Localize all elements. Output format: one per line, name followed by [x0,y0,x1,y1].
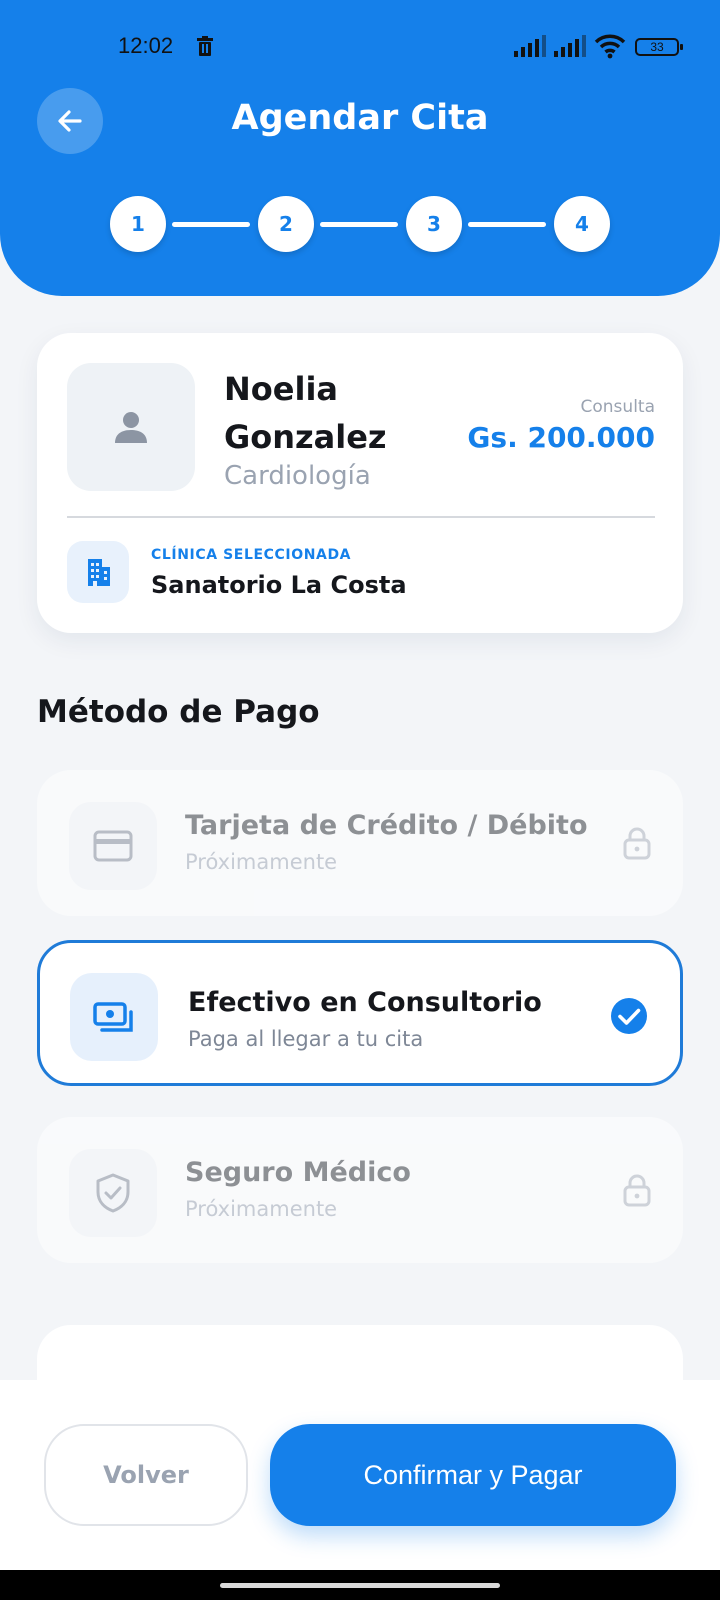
payment-title: Tarjeta de Crédito / Débito [185,810,588,841]
payment-icon-box [69,1149,157,1237]
home-gesture-handle[interactable] [220,1583,500,1588]
lock-icon [623,1174,651,1207]
step-connector [320,222,398,227]
payment-option-card[interactable]: Tarjeta de Crédito / Débito Próximamente [37,770,683,916]
battery-icon: 33 [635,38,683,56]
price-label: Consulta [580,397,655,417]
bottom-action-bar: Volver Confirmar y Pagar [0,1380,720,1570]
payment-icon-box [70,973,158,1061]
step-4: 4 [554,196,610,252]
doctor-card: Noelia Gonzalez Cardiología Consulta Gs.… [37,333,683,633]
system-nav-bar [0,1570,720,1600]
wifi-icon [594,34,626,59]
check-circle-icon [611,998,647,1034]
payment-option-cash[interactable]: Efectivo en Consultorio Paga al llegar a… [37,940,683,1086]
clinic-label: CLÍNICA SELECCIONADA [151,547,352,563]
header: 12:02 33 Agendar Cita 1 2 3 4 [0,0,720,296]
payment-subtitle: Próximamente [185,850,338,874]
doctor-specialty: Cardiología [224,461,371,491]
credit-card-icon [93,830,133,862]
avatar [67,363,195,491]
status-time: 12:02 [118,33,174,58]
step-connector [468,222,546,227]
payment-title: Seguro Médico [185,1157,411,1188]
step-1: 1 [110,196,166,252]
back-footer-button[interactable]: Volver [44,1424,248,1526]
step-connector [172,222,250,227]
cash-icon [93,1002,133,1032]
payment-subtitle: Paga al llegar a tu cita [188,1027,424,1051]
stepper: 1 2 3 4 [110,196,610,256]
trash-icon [197,36,213,56]
status-bar: 12:02 33 [0,0,720,96]
page-title: Agendar Cita [231,98,489,138]
payment-icon-box [69,802,157,890]
step-3: 3 [406,196,462,252]
consultation-price: Gs. 200.000 [467,421,655,454]
payment-title: Efectivo en Consultorio [188,987,542,1018]
person-icon [115,412,147,443]
shield-check-icon [96,1173,130,1213]
divider [67,516,655,518]
section-title: Método de Pago [37,694,320,730]
building-icon [88,559,110,586]
doctor-name: Noelia Gonzalez [224,370,387,456]
clinic-icon-box [67,541,129,603]
lock-icon [623,827,651,860]
payment-subtitle: Próximamente [185,1197,338,1221]
clinic-name: Sanatorio La Costa [151,571,407,599]
confirm-pay-button[interactable]: Confirmar y Pagar [270,1424,676,1526]
signal-icon [514,35,546,57]
signal-icon-2 [554,35,586,57]
payment-option-insurance[interactable]: Seguro Médico Próximamente [37,1117,683,1263]
step-2: 2 [258,196,314,252]
